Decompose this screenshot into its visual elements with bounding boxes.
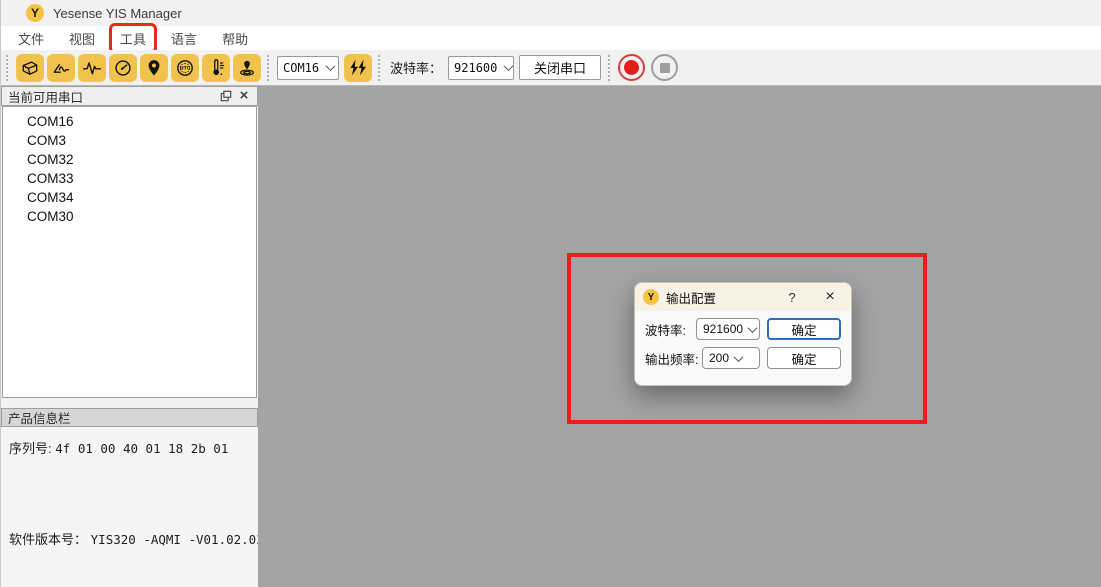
title-bar: Y Yesense YIS Manager	[1, 0, 1101, 26]
dialog-baud-label: 波特率:	[645, 320, 686, 339]
baud-rate-label: 波特率：	[390, 58, 442, 77]
menu-file[interactable]: 文件	[11, 27, 51, 50]
gauge-icon	[113, 58, 133, 78]
com-port-select[interactable]: COM16	[277, 56, 339, 80]
dialog-title-bar[interactable]: Y 输出配置 ? ×	[635, 283, 851, 311]
double-lightning-icon	[348, 58, 368, 78]
menu-tools-highlighted[interactable]: 工具	[113, 27, 153, 50]
serial-number-line: 序列号: 4f 01 00 40 01 18 2b 01	[9, 438, 228, 457]
menu-help[interactable]: 帮助	[215, 27, 255, 50]
port-list-item[interactable]: COM33	[3, 169, 256, 188]
stop-square-icon	[660, 63, 670, 73]
dialog-title: 输出配置	[666, 288, 781, 307]
port-list-item[interactable]: COM32	[3, 150, 256, 169]
toolbar-button-3d-view[interactable]	[16, 54, 44, 82]
thermometer-icon	[206, 58, 226, 78]
utc-clock-icon: UTC	[175, 58, 195, 78]
chevron-down-icon	[748, 323, 758, 333]
serial-port-list: COM16 COM3 COM32 COM33 COM34 COM30	[2, 106, 257, 398]
product-info-body: 序列号: 4f 01 00 40 01 18 2b 01 软件版本号： YIS3…	[1, 427, 258, 587]
dialog-frequency-label: 输出频率:	[645, 349, 698, 368]
toolbar-button-location[interactable]	[140, 54, 168, 82]
toolbar-grip[interactable]	[608, 55, 614, 81]
toolbar-button-temperature[interactable]	[202, 54, 230, 82]
app-window: Y Yesense YIS Manager 文件 视图 工具 语言 帮助 UTC	[0, 0, 1101, 587]
app-logo-icon: Y	[26, 4, 44, 22]
cube-3d-icon	[20, 58, 40, 78]
toolbar-button-waveform[interactable]	[78, 54, 106, 82]
toolbar-button-sensor-position[interactable]	[233, 54, 261, 82]
menu-view[interactable]: 视图	[62, 27, 102, 50]
port-list-item[interactable]: COM30	[3, 207, 256, 226]
menu-bar: 文件 视图 工具 语言 帮助	[1, 26, 1101, 50]
serial-number-label: 序列号:	[9, 441, 52, 456]
baud-rate-row: 波特率: 921600 确定	[645, 318, 841, 340]
window-title: Yesense YIS Manager	[53, 6, 182, 21]
dialog-help-icon[interactable]: ?	[781, 290, 803, 305]
firmware-version-line: 软件版本号： YIS320 -AQMI -V01.02.03;	[9, 529, 271, 548]
toolbar-grip[interactable]	[378, 55, 384, 81]
toolbar-grip[interactable]	[267, 55, 273, 81]
port-list-item[interactable]: COM34	[3, 188, 256, 207]
sidebar: 当前可用串口 × COM16 COM3 COM32 COM33 COM34 CO…	[1, 86, 258, 587]
firmware-version-label: 软件版本号：	[9, 532, 87, 547]
dialog-baud-select[interactable]: 921600	[696, 318, 760, 340]
chevron-down-icon	[734, 352, 744, 362]
product-info-title: 产品信息栏	[8, 408, 71, 427]
main-canvas: Y 输出配置 ? × 波特率: 921600 确定 输出频率: 200	[258, 86, 1101, 587]
dialog-body: 波特率: 921600 确定 输出频率: 200 确定	[635, 311, 851, 369]
dialog-close-icon[interactable]: ×	[817, 289, 843, 305]
toolbar-button-attitude-curve[interactable]	[47, 54, 75, 82]
serial-number-value: 4f 01 00 40 01 18 2b 01	[55, 441, 228, 456]
close-serial-button[interactable]: 关闭串口	[519, 55, 601, 80]
attitude-curve-icon	[51, 58, 71, 78]
ports-panel-header: 当前可用串口 ×	[1, 86, 258, 106]
close-panel-icon[interactable]: ×	[235, 88, 253, 104]
dialog-logo-icon: Y	[643, 289, 659, 305]
chevron-down-icon	[504, 61, 514, 71]
output-frequency-row: 输出频率: 200 确定	[645, 347, 841, 369]
com-port-value: COM16	[283, 61, 319, 75]
refresh-ports-button[interactable]	[344, 54, 372, 82]
toolbar-button-utc-clock[interactable]: UTC	[171, 54, 199, 82]
record-button[interactable]	[618, 54, 645, 81]
toolbar-button-gauge[interactable]	[109, 54, 137, 82]
output-config-dialog: Y 输出配置 ? × 波特率: 921600 确定 输出频率: 200	[634, 282, 852, 386]
product-info-header: 产品信息栏	[1, 408, 258, 427]
stop-button[interactable]	[651, 54, 678, 81]
baud-rate-value: 921600	[454, 61, 497, 75]
dialog-frequency-select[interactable]: 200	[702, 347, 760, 369]
menu-language[interactable]: 语言	[164, 27, 204, 50]
waveform-icon	[82, 58, 102, 78]
toolbar-grip[interactable]	[6, 55, 12, 81]
svg-text:UTC: UTC	[180, 65, 191, 71]
chevron-down-icon	[326, 61, 336, 71]
ports-panel-title: 当前可用串口	[8, 87, 83, 106]
sensor-pin-icon	[237, 58, 257, 78]
dialog-baud-value: 921600	[703, 322, 743, 336]
float-window-icon[interactable]	[217, 88, 235, 104]
dialog-frequency-ok-button[interactable]: 确定	[767, 347, 841, 369]
port-list-item[interactable]: COM16	[3, 112, 256, 131]
firmware-version-value: YIS320 -AQMI -V01.02.03;	[91, 532, 272, 547]
dialog-frequency-value: 200	[709, 351, 729, 365]
dialog-baud-ok-button[interactable]: 确定	[767, 318, 841, 340]
toolbar: UTC COM16 波特率： 921600 关闭串口	[1, 50, 1101, 86]
port-list-item[interactable]: COM3	[3, 131, 256, 150]
location-pin-icon	[144, 58, 164, 78]
baud-rate-select[interactable]: 921600	[448, 56, 514, 80]
record-circle-icon	[624, 60, 639, 75]
